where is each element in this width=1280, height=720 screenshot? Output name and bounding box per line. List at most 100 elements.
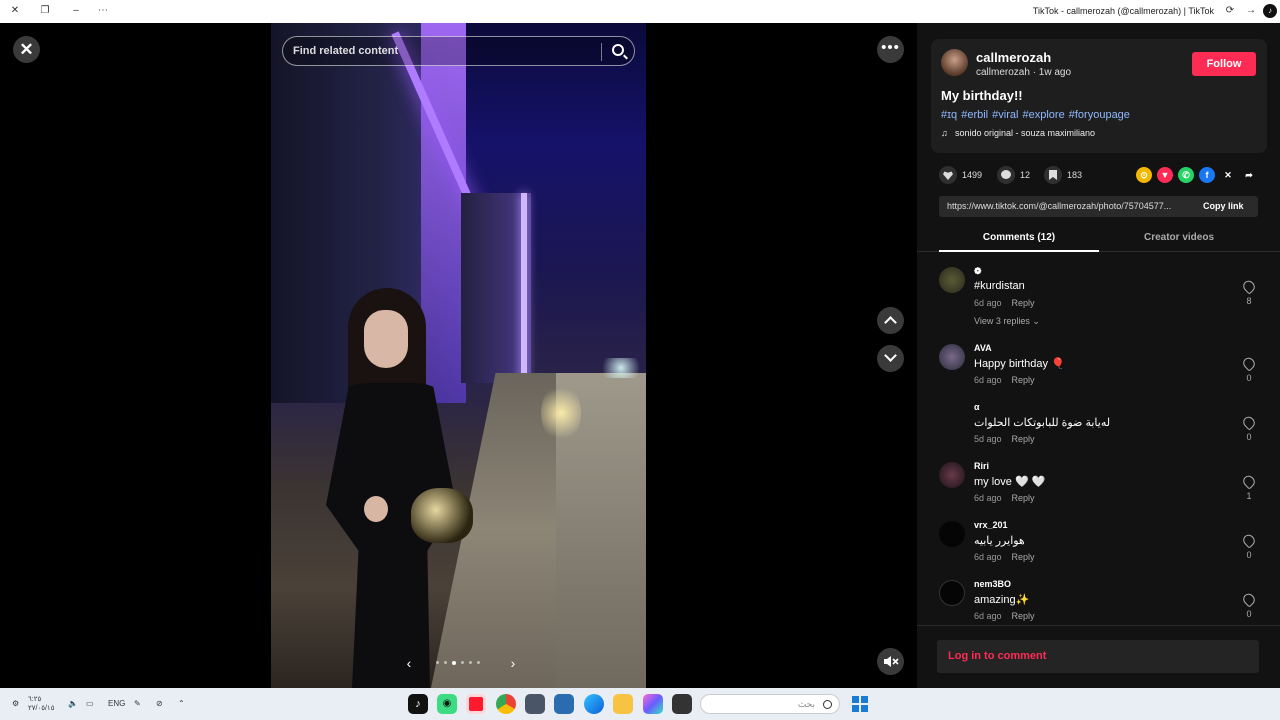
tiktok-app-icon: ♪ [1263, 4, 1277, 18]
avatar[interactable] [939, 403, 965, 429]
clock-date: ٢٧/٠٥/١٥ [28, 705, 55, 712]
comment-like-button[interactable] [1240, 591, 1258, 608]
clock[interactable]: ٦:٢٥ ٢٧/٠٥/١٥ [28, 695, 54, 713]
close-viewer-button[interactable]: ✕ [13, 36, 40, 63]
mute-button[interactable] [877, 648, 904, 675]
carousel-prev-button[interactable]: ‹ [401, 655, 417, 671]
more-options-button[interactable]: ••• [877, 36, 904, 63]
copy-link-button[interactable]: Copy link [1203, 201, 1244, 211]
carousel-dot[interactable] [444, 661, 447, 664]
forward-icon[interactable]: → [1244, 4, 1258, 18]
post-photo[interactable]: Find related content ‹ › [271, 23, 646, 688]
restore-window-icon[interactable]: ❐ [38, 4, 52, 18]
avatar[interactable] [939, 580, 965, 606]
author-username[interactable]: callmerozah [976, 50, 1051, 65]
tiktok-taskbar-icon[interactable]: ♪ [408, 694, 428, 714]
post-info-card: callmerozah callmerozah · 1w ago Follow … [931, 39, 1267, 153]
browser-titlebar: ✕ ❐ – ⋯ TikTok - callmerozah (@callmeroz… [0, 0, 1280, 23]
previous-post-button[interactable] [877, 307, 904, 334]
language-indicator[interactable]: ENG [108, 695, 125, 713]
tab-creator-videos[interactable]: Creator videos [1099, 232, 1259, 243]
whatsapp-share-icon[interactable]: ✆ [1178, 167, 1194, 183]
comment-username[interactable]: ❁ [974, 266, 982, 277]
avatar[interactable] [941, 49, 968, 76]
follow-button[interactable]: Follow [1192, 52, 1256, 76]
reply-button[interactable]: Reply [1012, 611, 1035, 621]
send-share-icon[interactable]: ▼ [1157, 167, 1173, 183]
comment-username[interactable]: nem3BO [974, 579, 1011, 589]
volume-icon[interactable]: 🔈 [68, 695, 78, 713]
comment-username[interactable]: vrx_201 [974, 520, 1008, 530]
reply-button[interactable]: Reply [1012, 298, 1035, 308]
chevron-up-icon[interactable]: ⌃ [178, 695, 185, 713]
android-app-icon[interactable]: ◉ [437, 694, 457, 714]
browser-menu-icon[interactable]: ⋯ [96, 4, 110, 18]
more-share-icon[interactable]: ➦ [1241, 167, 1257, 183]
comment-like-button[interactable] [1240, 473, 1258, 490]
opera-icon[interactable] [466, 694, 486, 714]
active-tab-indicator [939, 250, 1099, 252]
comment-time: 6d ago [974, 493, 1002, 503]
carousel-dot[interactable] [436, 661, 439, 664]
comment-username[interactable]: Riri [974, 461, 989, 471]
comment-text: هوایرر یابیه [974, 535, 1025, 547]
terminal-icon[interactable] [672, 694, 692, 714]
avatar[interactable] [939, 462, 965, 488]
copilot-icon[interactable] [643, 694, 663, 714]
pen-icon[interactable]: ✎ [134, 695, 141, 713]
comment-like-button[interactable] [1240, 278, 1258, 295]
carousel-dot[interactable] [452, 661, 456, 665]
windows-start-icon[interactable] [852, 696, 868, 712]
carousel-next-button[interactable]: › [505, 655, 521, 671]
embed-share-icon[interactable]: ⊙ [1136, 167, 1152, 183]
search-placeholder: Find related content [293, 45, 399, 57]
comment-meta: 6d ago Reply [974, 298, 1035, 308]
comment-like-button[interactable] [1240, 532, 1258, 549]
next-post-button[interactable] [877, 345, 904, 372]
comments-list[interactable]: ❁ #kurdistan 6d ago Reply View 3 replies … [917, 263, 1280, 625]
close-window-icon[interactable]: ✕ [8, 4, 22, 18]
post-hashtags[interactable]: #ɪq #erbil #viral #explore #foryoupage [941, 109, 1130, 121]
x-share-icon[interactable]: ✕ [1220, 167, 1236, 183]
display-icon[interactable]: ▭ [86, 695, 94, 713]
wifi-off-icon[interactable]: ⊘ [156, 695, 163, 713]
carousel-dot[interactable] [469, 661, 472, 664]
comment-icon [1001, 170, 1011, 179]
comment-text: #kurdistan [974, 280, 1025, 292]
taskbar-search[interactable]: بحث [700, 694, 840, 714]
comment-like-button[interactable] [1240, 355, 1258, 372]
edge-icon[interactable] [584, 694, 604, 714]
facebook-share-icon[interactable]: f [1199, 167, 1215, 183]
reply-button[interactable]: Reply [1012, 493, 1035, 503]
avatar[interactable] [939, 521, 965, 547]
refresh-icon[interactable]: ⟳ [1223, 4, 1237, 18]
store-icon[interactable] [554, 694, 574, 714]
post-music[interactable]: ♫ sonido original - souza maximiliano [941, 128, 1095, 138]
view-replies-button[interactable]: View 3 replies ⌄ [974, 316, 1040, 327]
reply-button[interactable]: Reply [1012, 552, 1035, 562]
comment-like-count: 1 [1246, 491, 1252, 501]
minimize-window-icon[interactable]: – [69, 4, 83, 18]
post-link-url[interactable]: https://www.tiktok.com/@callmerozah/phot… [947, 201, 1192, 211]
comment-username[interactable]: AVA [974, 343, 992, 353]
tab-comments[interactable]: Comments (12) [939, 232, 1099, 243]
search-icon[interactable] [612, 44, 624, 56]
file-explorer-icon[interactable] [613, 694, 633, 714]
comment-time: 6d ago [974, 298, 1002, 308]
reply-button[interactable]: Reply [1012, 434, 1035, 444]
carousel-pager: ‹ › [401, 655, 521, 671]
reply-button[interactable]: Reply [1012, 375, 1035, 385]
carousel-dot[interactable] [461, 661, 464, 664]
avatar[interactable] [939, 344, 965, 370]
login-to-comment-link[interactable]: Log in to comment [948, 650, 1046, 662]
avatar[interactable] [939, 267, 965, 293]
chrome-icon[interactable] [496, 694, 516, 714]
search-icon [823, 700, 832, 709]
comment-like-button[interactable] [1240, 414, 1258, 431]
cube-app-icon[interactable] [525, 694, 545, 714]
network-icon[interactable]: ⚙ [12, 695, 19, 713]
related-content-search[interactable]: Find related content [282, 36, 635, 66]
carousel-dot[interactable] [477, 661, 480, 664]
login-to-comment-box[interactable]: Log in to comment [937, 640, 1259, 673]
comment-username[interactable]: α [974, 402, 980, 412]
